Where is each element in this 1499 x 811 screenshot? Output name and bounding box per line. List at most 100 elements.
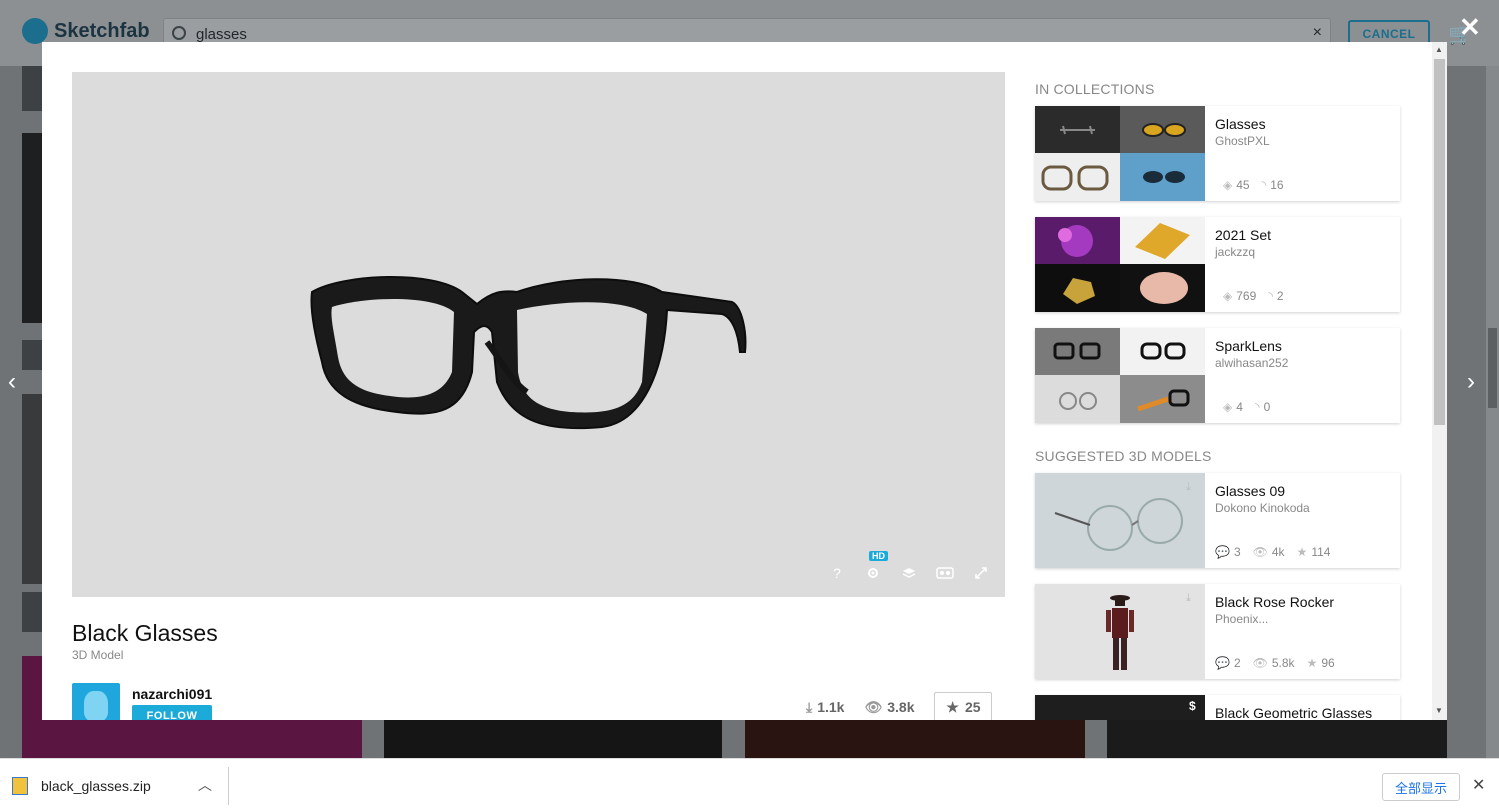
suggested-stats: 💬 2 👁 5.8k ★ 96 — [1215, 656, 1335, 670]
collection-owner[interactable]: alwihasan252 — [1215, 356, 1288, 370]
author-avatar[interactable] — [72, 683, 120, 720]
model-stats: ⤓ 1.1k 👁 3.8k ★ 25 — [806, 692, 993, 720]
eye-icon: 👁 — [1252, 545, 1268, 559]
model-count-icon: ◈ — [1223, 289, 1233, 303]
collection-stats: ◈ 45 ◝ 16 — [1223, 178, 1284, 192]
collection-title: Glasses — [1215, 116, 1266, 132]
downloadable-icon: ⤓ — [1186, 592, 1191, 604]
clear-search-icon[interactable]: × — [1313, 24, 1322, 42]
background-tile — [384, 720, 722, 758]
collection-card[interactable]: SparkLens alwihasan252 ◈ 4 ◝ 0 — [1035, 328, 1400, 423]
model-title: Black Glasses — [72, 620, 218, 646]
collection-thumbnails — [1035, 106, 1205, 201]
scroll-up-icon[interactable]: ▲ — [1435, 45, 1443, 54]
downloaded-file-name[interactable]: black_glasses.zip — [41, 778, 151, 794]
suggested-model-card[interactable]: ⤓ Glasses 09 Dokono Kinokoda 💬 3 👁 4k ★ 114 — [1035, 473, 1400, 568]
collection-card[interactable]: 2021 Set jackzzq ◈ 769 ◝ 2 — [1035, 217, 1400, 312]
follow-button[interactable]: FOLLOW — [132, 705, 212, 720]
collection-model-count: 769 — [1236, 289, 1257, 303]
layers-icon[interactable] — [899, 563, 919, 583]
view-count-value: 4k — [1271, 545, 1285, 559]
like-button[interactable]: ★ 25 — [934, 692, 993, 720]
search-icon — [172, 26, 186, 40]
suggested-title: Black Geometric Glasses — [1215, 705, 1373, 720]
comments-icon: 💬 — [1215, 545, 1230, 559]
download-count: ⤓ 1.1k — [806, 699, 844, 716]
collection-thumbnails — [1035, 328, 1205, 423]
search-value: glasses — [196, 26, 247, 43]
vr-icon[interactable] — [935, 563, 955, 583]
fullscreen-icon[interactable] — [971, 563, 991, 583]
comments-icon: 💬 — [1215, 656, 1230, 670]
glasses-model-render — [310, 275, 747, 430]
site-logo[interactable]: Sketchfab — [22, 18, 150, 44]
background-tile — [22, 340, 42, 370]
suggested-heading: SUGGESTED 3D MODELS — [1035, 448, 1212, 464]
collection-thumb — [1035, 153, 1120, 201]
collection-follower-count: 0 — [1263, 400, 1271, 414]
modal-scrollbar[interactable]: ▲ ▼ — [1432, 42, 1447, 720]
background-tile — [1107, 720, 1447, 758]
suggested-author[interactable]: Phoenix... — [1215, 612, 1268, 626]
collection-thumb — [1120, 375, 1205, 423]
view-count-value: 5.8k — [1271, 656, 1295, 670]
scroll-down-icon[interactable]: ▼ — [1435, 706, 1443, 715]
previous-model-icon[interactable]: ‹ — [8, 368, 16, 396]
followers-icon: ◝ — [1254, 400, 1260, 414]
suggested-author[interactable]: Dokono Kinokoda — [1215, 501, 1310, 515]
page-scrollbar[interactable] — [1486, 66, 1499, 758]
model-count-icon: ◈ — [1223, 178, 1233, 192]
collection-card[interactable]: Glasses GhostPXL ◈ 45 ◝ 16 — [1035, 106, 1400, 201]
collection-thumb — [1035, 106, 1120, 153]
background-tile — [22, 66, 42, 111]
suggested-model-card[interactable]: ⤓ Black Rose Rocker Phoenix... 💬 2 👁 5.8k … — [1035, 584, 1400, 679]
collection-thumb — [1120, 106, 1205, 153]
collection-thumb — [1035, 328, 1120, 375]
hd-badge: HD — [869, 551, 888, 561]
background-tile — [22, 394, 42, 584]
zip-file-icon — [12, 777, 28, 795]
download-count-value: 1.1k — [817, 699, 845, 715]
next-model-icon[interactable]: › — [1467, 368, 1475, 396]
collection-owner[interactable]: jackzzq — [1215, 245, 1255, 259]
divider — [228, 767, 229, 805]
star-icon: ★ — [1306, 656, 1318, 670]
model-viewer[interactable]: ? HD — [72, 72, 1005, 597]
collection-thumb — [1035, 264, 1120, 312]
suggested-stats: 💬 3 👁 4k ★ 114 — [1215, 545, 1330, 559]
collection-owner[interactable]: GhostPXL — [1215, 134, 1270, 148]
collection-stats: ◈ 4 ◝ 0 — [1223, 400, 1270, 414]
paid-price-icon: $ — [1189, 699, 1196, 713]
site-logo-text: Sketchfab — [54, 19, 150, 42]
close-modal-icon[interactable]: ✕ — [1459, 14, 1481, 40]
collection-model-count: 4 — [1236, 400, 1243, 414]
star-icon: ★ — [946, 698, 959, 715]
eye-icon: 👁 — [1252, 656, 1268, 670]
downloadable-icon: ⤓ — [1186, 481, 1191, 493]
suggested-thumbnail: ⤓ — [1035, 584, 1205, 679]
collection-thumb — [1120, 153, 1205, 201]
avatar-face — [84, 691, 108, 720]
collection-thumbnails — [1035, 217, 1205, 312]
collection-thumb — [1035, 217, 1120, 264]
like-count: 114 — [1311, 545, 1331, 559]
page-scrollbar-thumb[interactable] — [1488, 328, 1497, 408]
show-all-downloads-button[interactable]: 全部显示 — [1382, 773, 1460, 801]
help-icon[interactable]: ? — [827, 563, 847, 583]
author-name[interactable]: nazarchi091 — [132, 686, 212, 702]
comment-count: 2 — [1233, 656, 1241, 670]
chevron-up-icon[interactable]: ︿ — [198, 775, 212, 795]
model-type: 3D Model — [72, 648, 124, 662]
sketchfab-logo-icon — [22, 18, 48, 44]
collection-follower-count: 2 — [1276, 289, 1284, 303]
comment-count: 3 — [1233, 545, 1241, 559]
close-download-bar-icon[interactable]: ✕ — [1472, 775, 1485, 795]
collection-title: 2021 Set — [1215, 227, 1272, 243]
modal-scrollbar-thumb[interactable] — [1434, 59, 1445, 425]
collection-thumb — [1120, 217, 1205, 264]
suggested-model-card[interactable]: $ Black Geometric Glasses — [1035, 695, 1400, 720]
settings-icon[interactable]: HD — [863, 551, 888, 583]
suggested-thumbnail: ⤓ — [1035, 473, 1205, 568]
like-count: 96 — [1321, 656, 1335, 670]
collections-heading: IN COLLECTIONS — [1035, 81, 1155, 97]
